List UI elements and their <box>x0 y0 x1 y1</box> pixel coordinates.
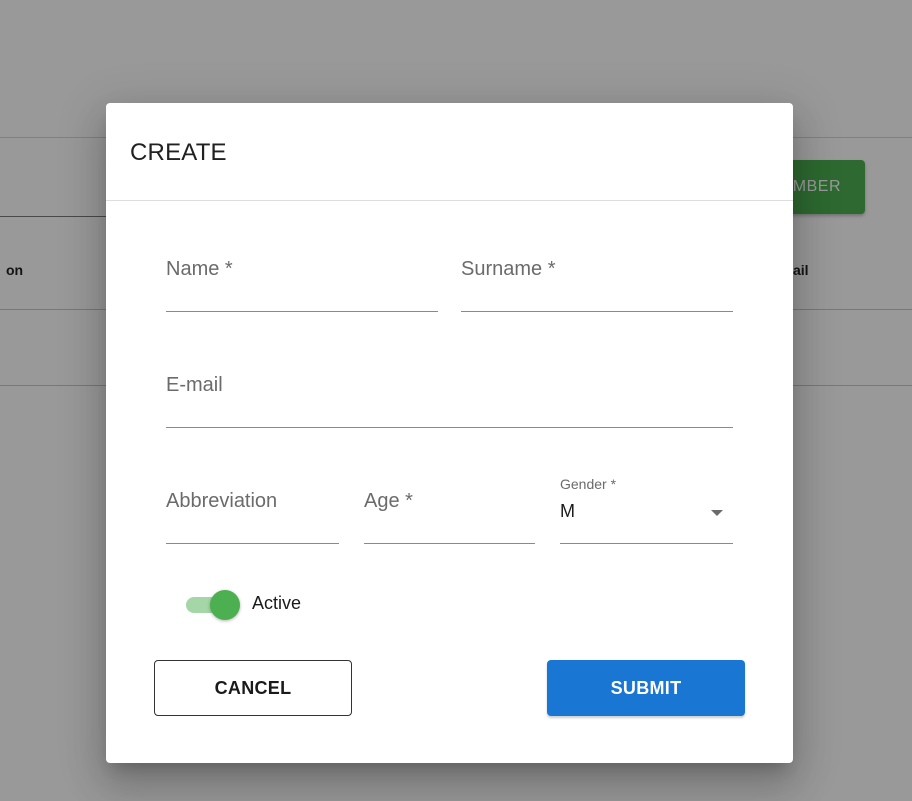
create-dialog: CREATE Name * Surname * E-mail Abbreviat… <box>106 103 793 763</box>
cancel-button[interactable]: CANCEL <box>154 660 352 716</box>
abbreviation-input[interactable] <box>166 516 339 540</box>
abbreviation-underline <box>166 543 339 544</box>
age-input[interactable] <box>364 516 535 540</box>
email-label: E-mail <box>166 374 223 396</box>
email-field[interactable]: E-mail <box>166 369 733 428</box>
surname-input[interactable] <box>461 284 733 308</box>
active-toggle[interactable] <box>184 589 240 620</box>
gender-select[interactable]: Gender * M <box>560 473 733 544</box>
chevron-down-icon[interactable] <box>711 510 723 516</box>
name-input[interactable] <box>166 284 438 308</box>
name-field[interactable]: Name * <box>166 253 438 312</box>
toggle-thumb <box>210 590 240 620</box>
dialog-title: CREATE <box>130 139 227 166</box>
email-input[interactable] <box>166 400 733 424</box>
age-label: Age * <box>364 490 413 512</box>
surname-label: Surname * <box>461 258 556 280</box>
surname-underline <box>461 311 733 312</box>
name-underline <box>166 311 438 312</box>
name-label: Name * <box>166 258 233 280</box>
abbreviation-label: Abbreviation <box>166 490 278 512</box>
age-field[interactable]: Age * <box>364 485 535 544</box>
gender-label: Gender * <box>560 476 617 492</box>
email-underline <box>166 427 733 428</box>
surname-field[interactable]: Surname * <box>461 253 733 312</box>
submit-button[interactable]: SUBMIT <box>547 660 745 716</box>
gender-underline <box>560 543 733 544</box>
active-toggle-label: Active <box>252 593 302 613</box>
abbreviation-field[interactable]: Abbreviation <box>166 485 339 544</box>
gender-value: M <box>560 501 575 521</box>
age-underline <box>364 543 535 544</box>
dialog-divider <box>106 200 793 201</box>
